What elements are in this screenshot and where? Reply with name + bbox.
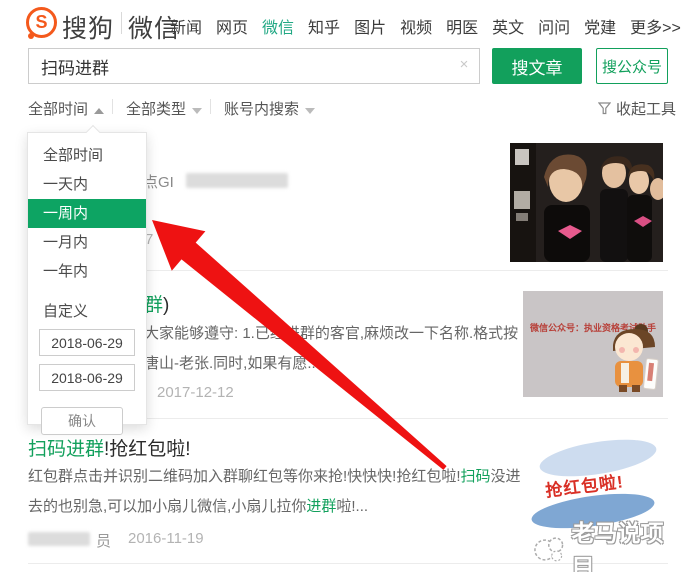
filter-type-label: 全部类型 bbox=[126, 101, 187, 118]
cartoon-mascot-image bbox=[613, 324, 659, 392]
result1-snippet-fragment: 点GI bbox=[143, 174, 174, 191]
group-photo-image bbox=[510, 143, 663, 262]
time-option-week[interactable]: 一周内 bbox=[28, 199, 146, 228]
filter-separator bbox=[112, 99, 113, 114]
result3-body-seg1: 红包群点击并识别二维码加入群聊红包等你来抢!快快快!抢红包啦! bbox=[28, 468, 461, 485]
date-from-input[interactable] bbox=[39, 329, 135, 356]
result2-title[interactable]: 群) bbox=[144, 290, 169, 317]
date-to-input[interactable] bbox=[39, 364, 135, 391]
collapse-tools-button[interactable]: 收起工具 bbox=[598, 98, 676, 119]
result3-date: 2016-11-19 bbox=[128, 530, 204, 547]
nav-item-wenwen[interactable]: 问问 bbox=[538, 14, 570, 38]
custom-range-label: 自定义 bbox=[43, 303, 89, 320]
nav-item-mingyi[interactable]: 明医 bbox=[446, 14, 478, 38]
nav-item-more[interactable]: 更多>> bbox=[630, 14, 681, 38]
funnel-icon bbox=[598, 102, 611, 115]
clear-icon[interactable]: × bbox=[456, 57, 472, 73]
time-option-month[interactable]: 一月内 bbox=[28, 228, 146, 257]
time-option-all[interactable]: 全部时间 bbox=[28, 141, 146, 170]
brand-separator bbox=[121, 12, 122, 34]
result3-body: 红包群点击并识别二维码加入群聊红包等你来抢!快快快!抢红包啦!扫码没进去的也别急… bbox=[28, 462, 528, 522]
filter-separator bbox=[210, 99, 211, 114]
filter-time-dropdown[interactable]: 全部时间 bbox=[28, 98, 105, 119]
result2-title-rest: ) bbox=[163, 295, 170, 316]
search-accounts-button[interactable]: 搜公众号 bbox=[596, 48, 668, 84]
filter-account-search[interactable]: 账号内搜索 bbox=[224, 98, 316, 119]
result3-source-suffix: 员 bbox=[96, 533, 112, 550]
result2-thumbnail[interactable]: 微信公众号：执业资格考试助手 bbox=[523, 291, 663, 397]
caret-down-icon bbox=[192, 108, 203, 114]
nav-item-video[interactable]: 视频 bbox=[400, 14, 432, 38]
caret-down-icon bbox=[305, 108, 316, 114]
caret-up-icon bbox=[94, 108, 105, 114]
nav-item-news[interactable]: 新闻 bbox=[170, 14, 202, 38]
nav-item-web[interactable]: 网页 bbox=[216, 14, 248, 38]
nav-item-zhihu[interactable]: 知乎 bbox=[308, 14, 340, 38]
sogou-logo-dot-icon bbox=[28, 33, 34, 39]
filter-time-label: 全部时间 bbox=[28, 101, 89, 118]
result1-censored-text bbox=[186, 173, 288, 188]
result3-title-keyword: 扫码进群 bbox=[28, 439, 105, 460]
search-input[interactable] bbox=[28, 48, 480, 84]
cloud-horse-logo-icon bbox=[534, 537, 564, 562]
nav-item-english[interactable]: 英文 bbox=[492, 14, 524, 38]
watermark-text: 老马说项目 bbox=[571, 520, 664, 572]
result3-body-seg5: 啦!... bbox=[336, 498, 369, 515]
result2-body-line1: 大家能够遵守: 1.已经进群的客官,麻烦改一下名称.格式按 bbox=[144, 325, 519, 342]
search-articles-button[interactable]: 搜文章 bbox=[492, 48, 582, 84]
result2-body-line2: 唐山-老张.同时,如果有愿... bbox=[144, 355, 320, 372]
result3-body-keyword2: 进群 bbox=[306, 498, 337, 515]
time-option-year[interactable]: 一年内 bbox=[28, 257, 146, 286]
result3-title-rest: !抢红包啦! bbox=[104, 439, 191, 460]
nav-item-images[interactable]: 图片 bbox=[354, 14, 386, 38]
result3-censored-source bbox=[28, 532, 90, 546]
time-option-day[interactable]: 一天内 bbox=[28, 170, 146, 199]
confirm-button[interactable]: 确认 bbox=[41, 407, 123, 435]
nav-item-weixin[interactable]: 微信 bbox=[262, 14, 294, 38]
result2-date: 2017-12-12 bbox=[157, 384, 234, 401]
result1-thumbnail[interactable] bbox=[510, 143, 663, 262]
time-dropdown-panel: 全部时间 一天内 一周内 一月内 一年内 自定义 确认 bbox=[27, 124, 147, 435]
collapse-tools-label: 收起工具 bbox=[616, 101, 677, 118]
watermark: 老马说项目 bbox=[532, 514, 685, 572]
result3-title[interactable]: 扫码进群!抢红包啦! bbox=[28, 434, 191, 461]
top-nav: 新闻 网页 微信 知乎 图片 视频 明医 英文 问问 党建 更多>> bbox=[170, 14, 681, 38]
nav-item-dangjian[interactable]: 党建 bbox=[584, 14, 616, 38]
brand-name-sogou[interactable]: 搜狗 bbox=[62, 9, 114, 45]
filter-type-dropdown[interactable]: 全部类型 bbox=[126, 98, 203, 119]
sogou-weixin-search-page: S 搜狗 微信 新闻 网页 微信 知乎 图片 视频 明医 英文 问问 党建 更多… bbox=[0, 0, 685, 572]
result3-body-keyword1: 扫码 bbox=[460, 468, 491, 485]
filter-account-label: 账号内搜索 bbox=[224, 101, 300, 118]
